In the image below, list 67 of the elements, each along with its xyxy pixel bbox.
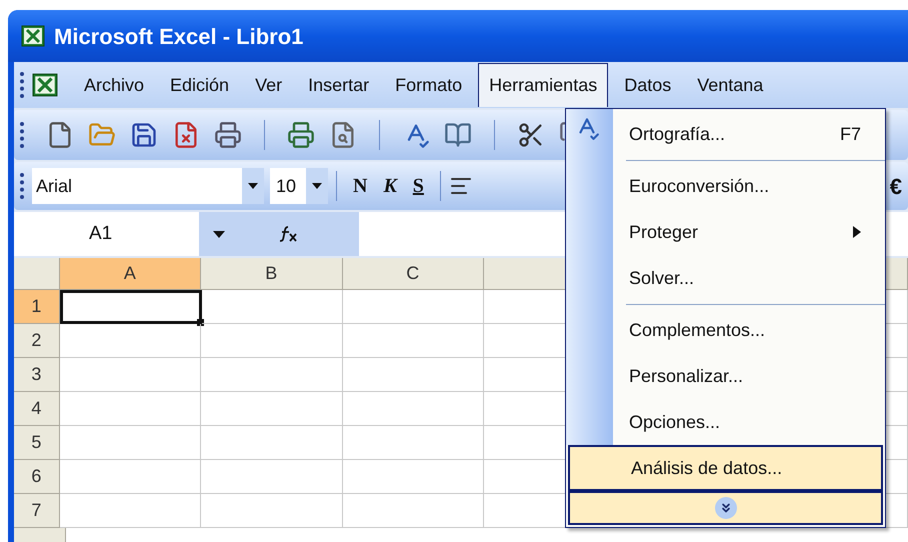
table-cell[interactable] (202, 290, 343, 324)
menu-item[interactable]: Análisis de datos... (568, 445, 883, 491)
table-cell[interactable] (342, 324, 484, 358)
print-icon[interactable] (287, 121, 315, 149)
shortcut-text: F7 (840, 122, 861, 146)
menu-item[interactable]: Opciones... (566, 399, 885, 445)
table-cell[interactable] (342, 290, 484, 324)
table-cell[interactable] (342, 494, 484, 528)
fill-handle[interactable] (196, 319, 204, 326)
menu-bar-item[interactable]: Ver (245, 63, 292, 107)
save-icon[interactable] (130, 121, 158, 149)
row-header[interactable]: 7 (14, 494, 60, 528)
table-cell[interactable] (201, 324, 342, 358)
menu-bar-item[interactable]: Insertar (298, 63, 380, 107)
menu-item[interactable]: Personalizar... (566, 353, 885, 399)
table-cell[interactable] (201, 494, 342, 528)
active-cell[interactable] (60, 290, 202, 324)
name-box[interactable]: A1 (14, 212, 199, 256)
select-all-corner[interactable] (14, 258, 60, 290)
menu-item[interactable]: Euroconversión... (566, 163, 885, 209)
table-cell[interactable] (60, 426, 202, 460)
expand-menu-button[interactable] (568, 491, 883, 525)
table-cell[interactable] (60, 358, 202, 392)
table-cell[interactable] (342, 426, 484, 460)
row-header[interactable]: 6 (14, 460, 60, 494)
menu-bar-item[interactable]: Ventana (687, 63, 774, 107)
font-field[interactable]: Arial (32, 168, 264, 204)
style-button[interactable]: S (404, 171, 432, 201)
row-header[interactable]: 4 (14, 392, 60, 426)
window-title: Microsoft Excel - Libro1 (54, 22, 304, 50)
style-button[interactable]: K (375, 171, 405, 201)
font-size-field[interactable]: 10 (270, 168, 328, 204)
chevrons-down-icon (714, 497, 736, 519)
research-icon[interactable] (444, 121, 472, 149)
table-cell[interactable] (60, 460, 202, 494)
column-header[interactable]: A (60, 258, 202, 290)
row-header[interactable]: 2 (14, 324, 60, 358)
table-cell[interactable] (342, 358, 484, 392)
menu-item[interactable]: Complementos... (566, 307, 885, 353)
printer-icon[interactable] (214, 121, 242, 149)
excel-logo-icon (20, 24, 46, 48)
table-cell[interactable] (201, 392, 342, 426)
style-button[interactable]: N (345, 171, 376, 201)
dropdown-arrow-icon[interactable] (213, 230, 225, 238)
menu-bar-item[interactable]: Formato (385, 63, 472, 107)
menu-bar-item[interactable]: Datos (614, 63, 682, 107)
table-cell[interactable] (60, 494, 202, 528)
workbook-icon (32, 72, 58, 98)
table-cell[interactable] (342, 460, 484, 494)
menu-bar-item[interactable]: Edición (160, 63, 240, 107)
table-cell[interactable] (201, 358, 342, 392)
row-header[interactable]: 5 (14, 426, 60, 460)
menu-item[interactable]: Proteger (566, 209, 885, 255)
table-cell[interactable] (201, 460, 342, 494)
table-cell[interactable] (60, 392, 202, 426)
menu-bar-item[interactable]: Herramientas (478, 63, 608, 107)
row-header[interactable]: 1 (14, 290, 60, 324)
table-cell[interactable] (201, 426, 342, 460)
table-cell[interactable] (342, 392, 484, 426)
menu-bar-item[interactable]: Archivo (74, 63, 154, 107)
table-cell[interactable] (60, 324, 202, 358)
menu-item[interactable]: Solver... (566, 255, 885, 301)
column-header[interactable]: B (201, 258, 342, 290)
currency-button[interactable]: € (890, 170, 904, 202)
column-header[interactable]: C (342, 258, 484, 290)
function-icon[interactable] (279, 225, 299, 243)
row-header[interactable]: 3 (14, 358, 60, 392)
